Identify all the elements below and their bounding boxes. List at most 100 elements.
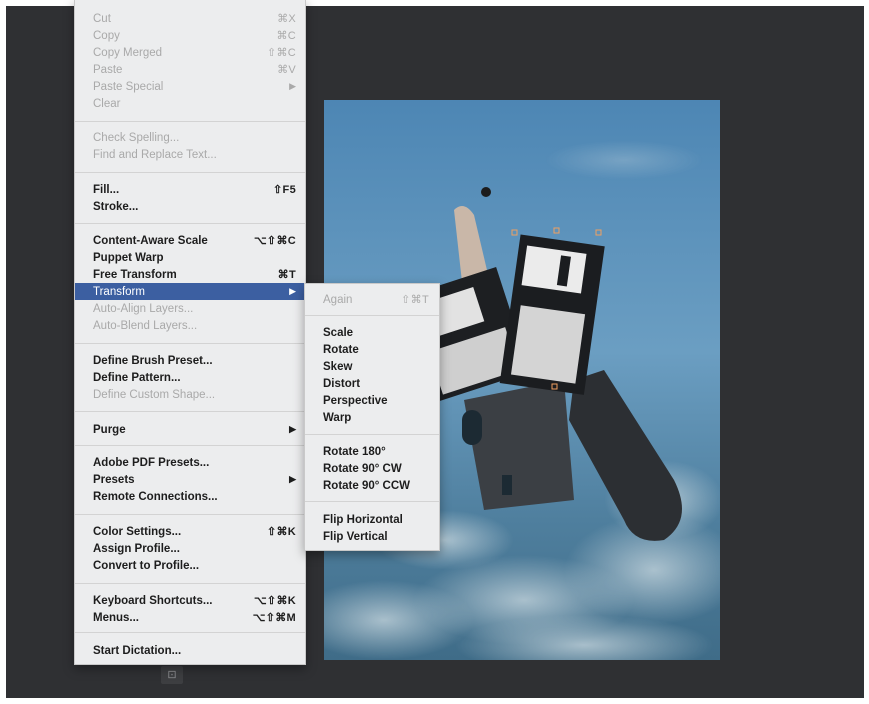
menu-item-label: Free Transform [93,268,177,281]
menu-item-label: Define Pattern... [93,371,181,384]
menu-item-puppet-warp[interactable]: Puppet Warp [75,249,305,266]
menu-item-label: Content-Aware Scale [93,234,208,247]
menu-item-label: Keyboard Shortcuts... [93,594,213,607]
menu-separator [75,223,305,224]
menu-item-adobe-pdf-presets[interactable]: Adobe PDF Presets... [75,454,305,471]
menu-item-shortcut: ⌥⇧⌘M [252,612,296,624]
menu-item-label: Warp [323,411,352,424]
menu-separator [75,411,305,412]
menu-item-content-aware-scale[interactable]: Content-Aware Scale ⌥⇧⌘C [75,232,305,249]
edit-menu: Cut ⌘X Copy ⌘C Copy Merged ⇧⌘C Paste ⌘V Paste Sp… [74,0,306,665]
menu-item-convert-to-profile[interactable]: Convert to Profile... [75,557,305,574]
menu-item-check-spelling[interactable]: Check Spelling... [75,129,305,146]
menu-item-label: Purge [93,423,126,436]
menu-item-label: Start Dictation... [93,644,182,657]
menu-item-label: Color Settings... [93,525,182,538]
menu-item-label: Rotate 180° [323,445,386,458]
menu-item-transform[interactable]: Transform ▶ [75,283,305,300]
submenu-item-scale[interactable]: Scale [305,324,439,341]
menu-item-shortcut: ⇧⌘K [266,526,296,538]
menu-item-label: Copy [93,29,120,42]
menu-item-cut[interactable]: Cut ⌘X [75,10,305,27]
menu-item-auto-align-layers[interactable]: Auto-Align Layers... [75,300,305,317]
menu-separator [75,121,305,122]
document-status-icon[interactable]: ⊡ [161,666,183,684]
menu-item-label: Paste Special [93,80,164,93]
menu-item-label: Puppet Warp [93,251,164,264]
menu-separator [75,172,305,173]
menu-separator [305,501,439,502]
menu-item-label: Menus... [93,611,140,624]
menu-item-paste[interactable]: Paste ⌘V [75,61,305,78]
menu-item-label: Define Brush Preset... [93,354,213,367]
submenu-item-rotate-180[interactable]: Rotate 180° [305,443,439,460]
menu-item-remote-connections[interactable]: Remote Connections... [75,488,305,505]
menu-separator [75,343,305,344]
menu-item-label: Auto-Blend Layers... [93,319,198,332]
menu-item-shortcut: ⇧⌘C [266,47,296,59]
menu-item-label: Define Custom Shape... [93,388,216,401]
menu-item-label: Clear [93,97,121,110]
menu-item-copy-merged[interactable]: Copy Merged ⇧⌘C [75,44,305,61]
menu-item-stroke[interactable]: Stroke... [75,198,305,215]
menu-item-start-dictation[interactable]: Start Dictation... [75,642,305,659]
submenu-item-perspective[interactable]: Perspective [305,392,439,409]
menu-item-label: Find and Replace Text... [93,148,217,161]
submenu-item-again[interactable]: Again ⇧⌘T [305,291,439,308]
menu-item-label: Rotate 90° CW [323,462,402,475]
submenu-item-skew[interactable]: Skew [305,358,439,375]
menu-item-label: Transform [93,285,145,298]
submenu-item-rotate-90-ccw[interactable]: Rotate 90° CCW [305,477,439,494]
menu-item-label: Flip Vertical [323,530,388,543]
menu-item-define-pattern[interactable]: Define Pattern... [75,369,305,386]
menu-item-label: Fill... [93,183,120,196]
menu-item-define-custom-shape[interactable]: Define Custom Shape... [75,386,305,403]
menu-item-keyboard-shortcuts[interactable]: Keyboard Shortcuts... ⌥⇧⌘K [75,592,305,609]
menu-item-label: Rotate [323,343,359,356]
menu-separator [75,632,305,633]
menu-item-label: Again [323,293,353,306]
menu-item-assign-profile[interactable]: Assign Profile... [75,540,305,557]
menu-item-clear[interactable]: Clear [75,95,305,112]
menu-item-label: Flip Horizontal [323,513,403,526]
submenu-item-flip-vertical[interactable]: Flip Vertical [305,528,439,545]
menu-item-label: Scale [323,326,354,339]
submenu-item-warp[interactable]: Warp [305,409,439,426]
menu-item-auto-blend-layers[interactable]: Auto-Blend Layers... [75,317,305,334]
menu-item-purge[interactable]: Purge ▶ [75,421,305,438]
submenu-item-rotate[interactable]: Rotate [305,341,439,358]
menu-item-shortcut: ⌘V [277,64,296,76]
menu-separator [75,514,305,515]
chevron-right-icon: ▶ [289,424,296,434]
menu-item-free-transform[interactable]: Free Transform ⌘T [75,266,305,283]
menu-separator [305,315,439,316]
transform-submenu: Again ⇧⌘T Scale Rotate Skew Distort Perspectiv… [304,283,440,551]
menu-item-shortcut: ⌥⇧⌘C [253,235,296,247]
menu-item-label: Presets [93,473,135,486]
menu-item-label: Adobe PDF Presets... [93,456,210,469]
menu-item-menus[interactable]: Menus... ⌥⇧⌘M [75,609,305,626]
menu-item-define-brush-preset[interactable]: Define Brush Preset... [75,352,305,369]
menu-item-find-and-replace-text[interactable]: Find and Replace Text... [75,146,305,163]
menu-separator [75,445,305,446]
submenu-item-distort[interactable]: Distort [305,375,439,392]
menu-item-paste-special[interactable]: Paste Special ▶ [75,78,305,95]
menu-item-label: Distort [323,377,361,390]
submenu-item-rotate-90-cw[interactable]: Rotate 90° CW [305,460,439,477]
menu-item-shortcut: ⌘X [277,13,296,25]
menu-item-color-settings[interactable]: Color Settings... ⇧⌘K [75,523,305,540]
menu-item-label: Copy Merged [93,46,163,59]
menu-item-label: Cut [93,12,111,25]
menu-item-label: Remote Connections... [93,490,218,503]
menu-separator [75,583,305,584]
menu-item-shortcut: ⌘C [276,30,296,42]
menu-item-fill[interactable]: Fill... ⇧F5 [75,181,305,198]
menu-item-copy[interactable]: Copy ⌘C [75,27,305,44]
menu-item-label: Check Spelling... [93,131,180,144]
submenu-item-flip-horizontal[interactable]: Flip Horizontal [305,511,439,528]
menu-item-presets[interactable]: Presets ▶ [75,471,305,488]
menu-item-label: Convert to Profile... [93,559,200,572]
menu-item-label: Assign Profile... [93,542,180,555]
menu-item-shortcut: ⇧⌘T [401,294,429,306]
chevron-right-icon: ▶ [289,286,296,296]
